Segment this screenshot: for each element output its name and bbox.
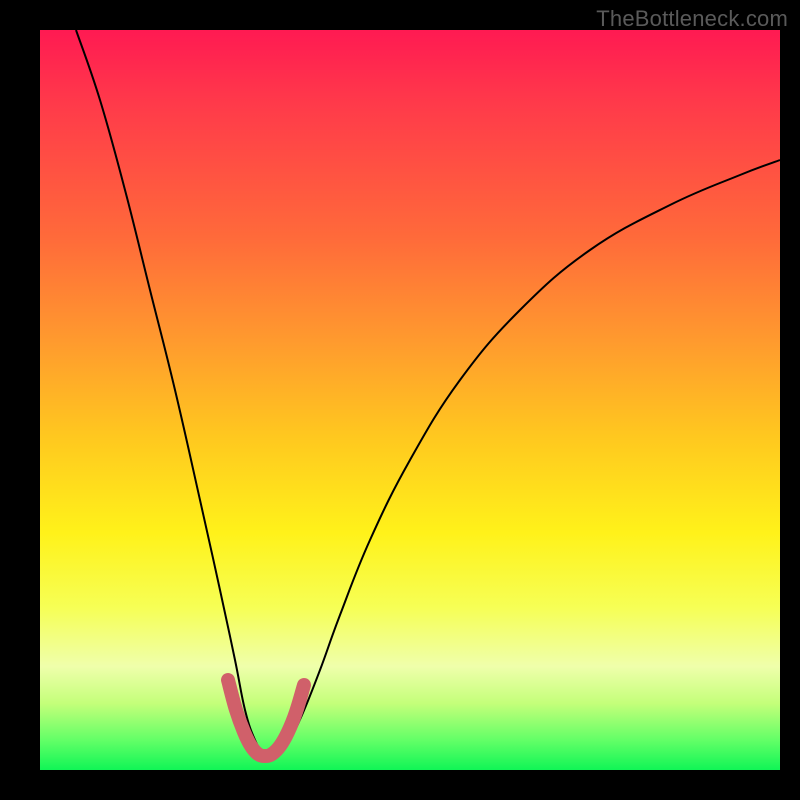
highlight-segment-path bbox=[228, 680, 304, 756]
plot-area bbox=[40, 30, 780, 770]
bottleneck-curve-path bbox=[76, 30, 780, 757]
chart-frame: TheBottleneck.com bbox=[0, 0, 800, 800]
curve-layer bbox=[40, 30, 780, 770]
watermark-text: TheBottleneck.com bbox=[596, 6, 788, 32]
